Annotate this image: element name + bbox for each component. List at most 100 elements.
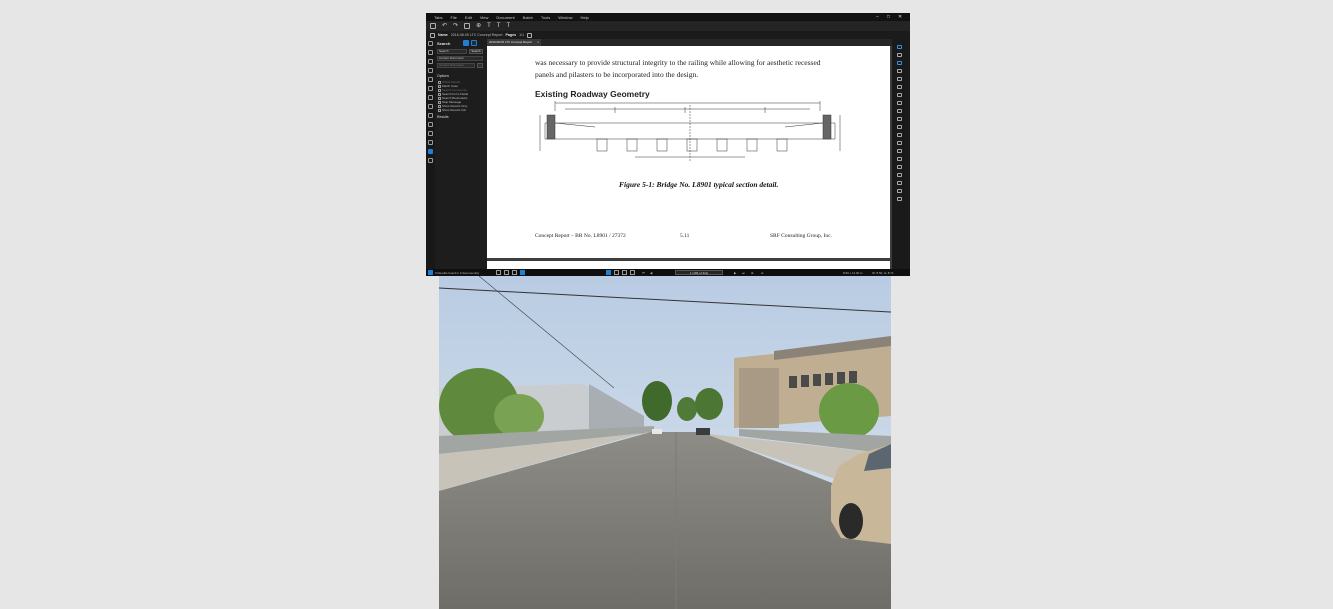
- advanced-search-button[interactable]: [471, 40, 477, 46]
- last-page-icon[interactable]: ⏭: [742, 271, 745, 275]
- pages-panel-icon[interactable]: [428, 59, 433, 64]
- select-mode-button[interactable]: [614, 270, 619, 275]
- document-properties-icon[interactable]: [527, 32, 533, 38]
- menu-tools[interactable]: Tools: [541, 15, 550, 20]
- properties-icon[interactable]: [428, 104, 433, 109]
- body-text-line: panels and pilasters to be incorporated …: [535, 70, 699, 79]
- snapshot-icon[interactable]: [897, 61, 902, 65]
- first-page-icon[interactable]: ⏮: [642, 271, 645, 275]
- destinations-icon[interactable]: [428, 131, 433, 136]
- menu-edit[interactable]: Edit: [465, 15, 472, 20]
- redo-icon[interactable]: ↷: [453, 23, 458, 29]
- select-text-icon[interactable]: [897, 53, 902, 57]
- panel-toggle-button[interactable]: [428, 270, 433, 275]
- typewriter-tool-icon[interactable]: T: [506, 23, 510, 29]
- continuous-facing-view-button[interactable]: [520, 270, 525, 275]
- document-tab[interactable]: 2016.08.05 LTC Concept Report ×: [487, 39, 541, 46]
- tags-icon[interactable]: [428, 122, 433, 127]
- options-heading[interactable]: Options: [437, 74, 449, 78]
- pencil-tool-icon[interactable]: [897, 141, 902, 145]
- rectangle-tool-icon[interactable]: [897, 157, 902, 161]
- bridge-roadway-photo: [439, 276, 891, 609]
- search-panel: Search Search Search Current Document Cu…: [435, 39, 488, 269]
- page-dimensions: 8.50 x 11.00 in: [843, 271, 863, 275]
- print-icon[interactable]: [464, 23, 471, 29]
- line-tool-icon[interactable]: [897, 125, 902, 129]
- thumbnails-icon[interactable]: [428, 41, 433, 46]
- maximize-button[interactable]: □: [887, 14, 890, 20]
- polygon-tool-icon[interactable]: [897, 173, 902, 177]
- menu-batch[interactable]: Batch: [523, 15, 533, 20]
- search-scope-select[interactable]: Current Document: [437, 56, 483, 61]
- previous-page-icon[interactable]: ◀: [650, 271, 652, 275]
- search-mode-button[interactable]: [463, 40, 469, 46]
- search-button[interactable]: Search: [469, 49, 483, 54]
- document-tab-bar: 2016.08.05 LTC Concept Report ×: [487, 39, 892, 46]
- content-icon[interactable]: [428, 158, 433, 163]
- continuous-view-button[interactable]: [504, 270, 509, 275]
- stamp-icon[interactable]: [897, 85, 902, 89]
- fields-icon[interactable]: [428, 95, 433, 100]
- facing-view-button[interactable]: [512, 270, 517, 275]
- open-folder-icon[interactable]: [430, 23, 436, 29]
- undo-icon[interactable]: ↶: [442, 23, 447, 29]
- minimize-button[interactable]: −: [876, 14, 879, 20]
- menu-window[interactable]: Window: [558, 15, 572, 20]
- comments-icon[interactable]: [428, 86, 433, 91]
- hand-tool-icon[interactable]: [897, 45, 902, 49]
- right-tool-rail: [892, 39, 910, 269]
- zoom-icon[interactable]: [897, 69, 902, 73]
- search-input[interactable]: Search: [437, 49, 467, 54]
- pdf-viewer-window: Tabs File Edit View Document Batch Tools…: [426, 13, 910, 276]
- underline-icon[interactable]: [897, 109, 902, 113]
- menu-help[interactable]: Help: [580, 15, 588, 20]
- layers-icon[interactable]: [428, 68, 433, 73]
- close-tab-icon[interactable]: ×: [537, 39, 539, 46]
- document-icon: [430, 32, 435, 38]
- browse-button[interactable]: …: [477, 63, 483, 68]
- text-tool-icon[interactable]: T: [487, 23, 491, 29]
- menu-document[interactable]: Document: [496, 15, 514, 20]
- cloud-tool-icon[interactable]: [897, 181, 902, 185]
- attachments-icon[interactable]: [428, 77, 433, 82]
- close-button[interactable]: ✕: [898, 14, 902, 20]
- articles-icon[interactable]: [428, 140, 433, 145]
- ellipse-tool-icon[interactable]: [897, 165, 902, 169]
- attach-icon[interactable]: [897, 93, 902, 97]
- eraser-tool-icon[interactable]: [897, 149, 902, 153]
- signatures-icon[interactable]: [428, 113, 433, 118]
- highlight-icon[interactable]: [897, 101, 902, 105]
- single-page-view-button[interactable]: [496, 270, 501, 275]
- zoom-in-icon[interactable]: ⊕: [751, 271, 754, 275]
- bookmarks-icon[interactable]: [428, 50, 433, 55]
- document-info-bar: Name 2016.08.05 LTC Concept Report Pages…: [426, 31, 910, 39]
- page-number-field[interactable]: 1 (196 of 311): [675, 270, 723, 275]
- footer-report-id: Concept Report – BR No. L8901 / 27372: [535, 233, 626, 239]
- results-heading[interactable]: Results: [437, 115, 449, 119]
- hand-mode-button[interactable]: [606, 270, 611, 275]
- select-tool-icon[interactable]: ⊕: [476, 23, 481, 29]
- option-show-results-info[interactable]: Show Results Info: [438, 108, 466, 112]
- document-view[interactable]: was necessary to provide structural inte…: [487, 46, 892, 269]
- text-box-tool-icon[interactable]: T: [497, 23, 501, 29]
- arrow-tool-icon[interactable]: [897, 133, 902, 137]
- footer-company: SRF Consulting Group, Inc.: [770, 233, 832, 239]
- zoom-out-icon[interactable]: ⊖: [761, 271, 764, 275]
- snapshot-mode-button[interactable]: [622, 270, 627, 275]
- note-icon[interactable]: [897, 77, 902, 81]
- menu-file[interactable]: File: [450, 15, 456, 20]
- next-page-icon[interactable]: ▶: [734, 271, 736, 275]
- menu-view[interactable]: View: [480, 15, 489, 20]
- pages-label: Pages: [505, 33, 517, 37]
- scope-field[interactable]: Current Document: [437, 63, 475, 68]
- measure-tool-icon[interactable]: [897, 189, 902, 193]
- area-tool-icon[interactable]: [897, 197, 902, 201]
- strikeout-icon[interactable]: [897, 117, 902, 121]
- left-panel-rail: [426, 39, 435, 269]
- zoom-mode-button[interactable]: [630, 270, 635, 275]
- search-panel-icon[interactable]: [428, 149, 433, 154]
- document-name: 2016.08.05 LTC Concept Report: [450, 33, 503, 37]
- body-text-line: was necessary to provide structural inte…: [535, 58, 821, 67]
- pdf-page: was necessary to provide structural inte…: [487, 46, 890, 258]
- menu-tabs[interactable]: Tabs: [434, 15, 442, 20]
